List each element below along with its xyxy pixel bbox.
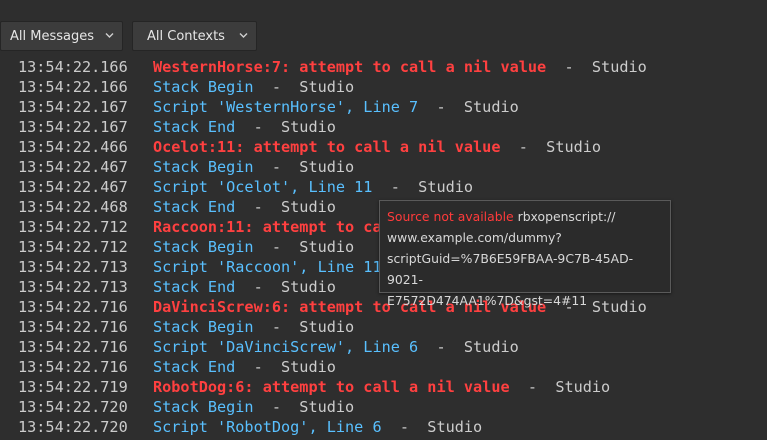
log-row-info[interactable]: 13:54:22.167 Stack End - Studio bbox=[0, 117, 767, 137]
log-timestamp: 13:54:22.712 bbox=[18, 238, 128, 256]
message-filter-label: All Messages bbox=[10, 28, 94, 44]
log-timestamp: 13:54:22.467 bbox=[18, 178, 128, 196]
log-timestamp: 13:54:22.167 bbox=[18, 118, 128, 136]
log-timestamp: 13:54:22.716 bbox=[18, 338, 128, 356]
log-message: Stack End - Studio bbox=[153, 357, 336, 377]
chevron-down-icon bbox=[239, 31, 248, 39]
log-timestamp: 13:54:22.166 bbox=[18, 58, 128, 76]
log-context: - Studio bbox=[235, 358, 336, 376]
log-row-info[interactable]: 13:54:22.720 Stack Begin - Studio bbox=[0, 397, 767, 417]
tooltip-path-3: scriptGuid=%7B6E59FBAA-9C7B-45AD-9021- bbox=[387, 251, 634, 287]
log-message: Stack End - Studio bbox=[153, 197, 336, 217]
log-context: - Studio bbox=[418, 338, 519, 356]
log-message: Script 'Ocelot', Line 11 - Studio bbox=[153, 177, 473, 197]
log-message: Stack Begin - Studio bbox=[153, 77, 354, 97]
log-row-info[interactable]: 13:54:22.166 Stack Begin - Studio bbox=[0, 77, 767, 97]
tooltip-path-1: rbxopenscript:// bbox=[513, 209, 616, 224]
log-row-info[interactable]: 13:54:22.467 Stack Begin - Studio bbox=[0, 157, 767, 177]
info-text: Script 'WesternHorse', Line 7 bbox=[153, 98, 419, 116]
log-context: - Studio bbox=[500, 138, 602, 156]
info-text: Stack End bbox=[153, 118, 236, 136]
context-filter-label: All Contexts bbox=[147, 28, 225, 44]
log-timestamp: 13:54:22.712 bbox=[18, 218, 128, 236]
log-context: - Studio bbox=[372, 178, 474, 196]
log-timestamp: 13:54:22.166 bbox=[18, 78, 128, 96]
source-not-available-text: Source not available bbox=[387, 209, 514, 224]
info-text: Stack Begin bbox=[153, 318, 254, 336]
error-text: RobotDog:6: attempt to call a nil value bbox=[153, 378, 510, 396]
log-timestamp: 13:54:22.720 bbox=[18, 418, 128, 436]
log-message: Script 'DaVinciScrew', Line 6 - Studio bbox=[153, 337, 519, 357]
log-message: WesternHorse:7: attempt to call a nil va… bbox=[153, 57, 647, 77]
message-filter-dropdown[interactable]: All Messages bbox=[0, 21, 123, 51]
log-row-info[interactable]: 13:54:22.167 Script 'WesternHorse', Line … bbox=[0, 97, 767, 117]
log-message: Stack Begin - Studio bbox=[153, 317, 354, 337]
log-message: Stack End - Studio bbox=[153, 277, 336, 297]
log-row-info[interactable]: 13:54:22.720 Script 'RobotDog', Line 6 - … bbox=[0, 417, 767, 437]
source-tooltip: Source not available rbxopenscript:// ww… bbox=[379, 200, 671, 308]
chevron-down-icon bbox=[105, 31, 114, 39]
log-context: - Studio bbox=[418, 98, 519, 116]
info-text: Script 'Ocelot', Line 11 bbox=[153, 178, 373, 196]
log-context: - Studio bbox=[546, 58, 647, 76]
info-text: Script 'RobotDog', Line 6 bbox=[153, 418, 382, 436]
info-text: Stack Begin bbox=[153, 78, 254, 96]
info-text: Stack End bbox=[153, 198, 236, 216]
log-row-error[interactable]: 13:54:22.466 Ocelot:11: attempt to call a… bbox=[0, 137, 767, 157]
log-message: Script 'WesternHorse', Line 7 - Studio bbox=[153, 97, 519, 117]
log-row-info[interactable]: 13:54:22.467 Script 'Ocelot', Line 11 - S… bbox=[0, 177, 767, 197]
log-timestamp: 13:54:22.167 bbox=[18, 98, 128, 116]
log-message: Stack Begin - Studio bbox=[153, 157, 354, 177]
context-filter-dropdown[interactable]: All Contexts bbox=[132, 21, 257, 51]
log-message: RobotDog:6: attempt to call a nil value … bbox=[153, 377, 610, 397]
log-timestamp: 13:54:22.720 bbox=[18, 398, 128, 416]
log-row-info[interactable]: 13:54:22.716 Script 'DaVinciScrew', Line … bbox=[0, 337, 767, 357]
log-context: - Studio bbox=[235, 198, 336, 216]
log-row-info[interactable]: 13:54:22.716 Stack Begin - Studio bbox=[0, 317, 767, 337]
log-timestamp: 13:54:22.719 bbox=[18, 378, 128, 396]
info-text: Stack Begin bbox=[153, 398, 254, 416]
log-context: - Studio bbox=[253, 318, 355, 336]
log-context: - Studio bbox=[235, 278, 336, 296]
log-context: - Studio bbox=[253, 238, 355, 256]
log-timestamp: 13:54:22.716 bbox=[18, 298, 128, 316]
log-timestamp: 13:54:22.466 bbox=[18, 138, 128, 156]
log-row-error[interactable]: 13:54:22.719 RobotDog:6: attempt to call … bbox=[0, 377, 767, 397]
log-timestamp: 13:54:22.713 bbox=[18, 258, 128, 276]
log-context: - Studio bbox=[235, 118, 336, 136]
log-message: Script 'RobotDog', Line 6 - Studio bbox=[153, 417, 482, 437]
log-context: - Studio bbox=[253, 158, 355, 176]
error-text: WesternHorse:7: attempt to call a nil va… bbox=[153, 58, 547, 76]
log-message: Stack Begin - Studio bbox=[153, 397, 354, 417]
log-message: Stack Begin - Studio bbox=[153, 237, 354, 257]
log-row-info[interactable]: 13:54:22.716 Stack End - Studio bbox=[0, 357, 767, 377]
log-context: - Studio bbox=[509, 378, 611, 396]
log-timestamp: 13:54:22.468 bbox=[18, 198, 128, 216]
tooltip-line-1: Source not available rbxopenscript:// bbox=[387, 206, 663, 227]
tooltip-path-4: E7572D474AA1%7D&gst=4#11 bbox=[387, 293, 588, 308]
log-timestamp: 13:54:22.716 bbox=[18, 358, 128, 376]
info-text: Stack End bbox=[153, 358, 236, 376]
info-text: Stack Begin bbox=[153, 238, 254, 256]
log-timestamp: 13:54:22.467 bbox=[18, 158, 128, 176]
log-context: - Studio bbox=[381, 418, 483, 436]
log-timestamp: 13:54:22.716 bbox=[18, 318, 128, 336]
output-toolbar: All Messages All Contexts bbox=[0, 0, 767, 57]
log-message: Stack End - Studio bbox=[153, 117, 336, 137]
info-text: Script 'Raccoon', Line 11 bbox=[153, 258, 382, 276]
log-context: - Studio bbox=[253, 398, 355, 416]
info-text: Script 'DaVinciScrew', Line 6 bbox=[153, 338, 419, 356]
error-text: Ocelot:11: attempt to call a nil value bbox=[153, 138, 501, 156]
log-timestamp: 13:54:22.713 bbox=[18, 278, 128, 296]
tooltip-path-2: www.example.com/dummy? bbox=[387, 230, 562, 245]
info-text: Stack Begin bbox=[153, 158, 254, 176]
info-text: Stack End bbox=[153, 278, 236, 296]
log-row-error[interactable]: 13:54:22.166 WesternHorse:7: attempt to c… bbox=[0, 57, 767, 77]
log-message: Ocelot:11: attempt to call a nil value -… bbox=[153, 137, 601, 157]
log-context: - Studio bbox=[253, 78, 355, 96]
